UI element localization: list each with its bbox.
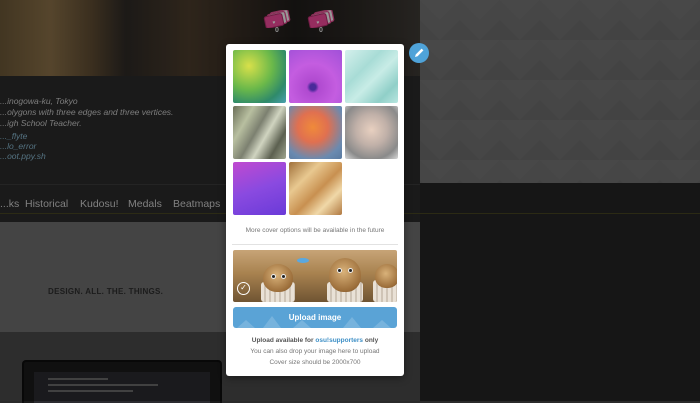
check-circle-icon: ✓ [237, 282, 250, 295]
cover-option-5[interactable] [289, 106, 342, 159]
upload-availability-note: Upload available for osu!supporters only [251, 337, 379, 344]
cover-option-6[interactable] [345, 106, 398, 159]
cover-option-4[interactable] [233, 106, 286, 159]
popup-divider [232, 244, 398, 245]
pencil-icon [415, 48, 424, 57]
cover-selector-popup: More cover options will be available in … [226, 44, 404, 376]
edit-cover-button[interactable] [409, 43, 429, 63]
supporter-link[interactable]: osu!supporters [315, 337, 363, 344]
upload-image-button[interactable]: Upload image [233, 307, 397, 328]
cover-option-7[interactable] [233, 162, 286, 215]
more-options-note: More cover options will be available in … [245, 227, 385, 234]
cover-option-1[interactable] [233, 50, 286, 103]
cover-option-8[interactable] [289, 162, 342, 215]
current-cover-preview[interactable]: ✓ [233, 250, 397, 302]
drop-hint: You can also drop your image here to upl… [250, 348, 380, 355]
cover-size-hint: Cover size should be 2000x700 [269, 359, 361, 366]
cover-option-3[interactable] [345, 50, 398, 103]
upload-image-label: Upload image [288, 313, 342, 322]
cover-option-2[interactable] [289, 50, 342, 103]
